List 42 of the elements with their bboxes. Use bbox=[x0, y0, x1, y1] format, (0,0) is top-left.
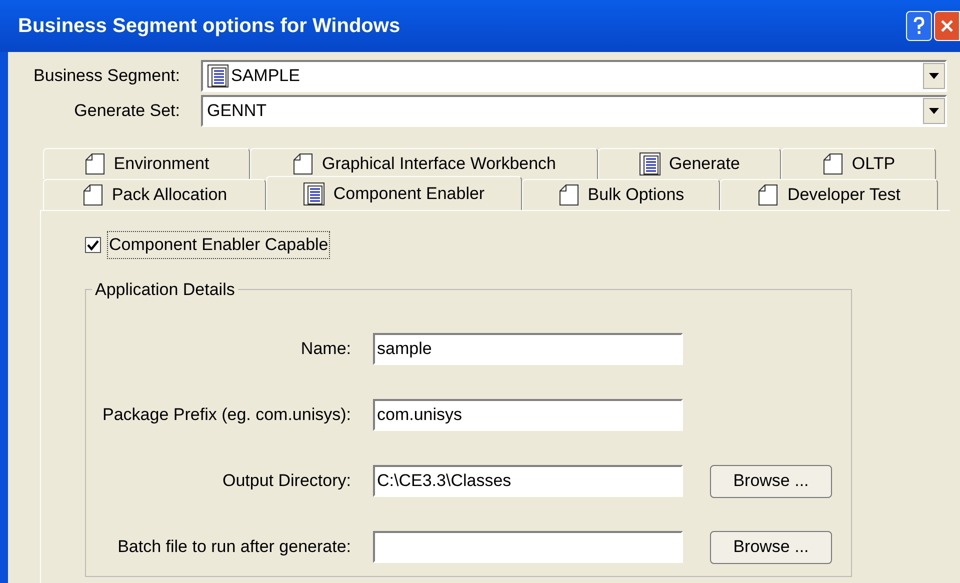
browse-button[interactable]: Browse ... bbox=[710, 464, 832, 498]
field-label: Name: bbox=[300, 338, 351, 360]
tab[interactable]: Developer Test bbox=[720, 179, 938, 210]
field-label: Generate Set: bbox=[73, 100, 181, 122]
tab[interactable]: Bulk Options bbox=[522, 179, 720, 210]
dropdown[interactable]: SAMPLE bbox=[201, 60, 947, 92]
tab[interactable]: Pack Allocation bbox=[43, 179, 266, 210]
blank-page-icon bbox=[84, 152, 106, 176]
blank-page-icon bbox=[292, 152, 314, 176]
browse-button[interactable]: Browse ... bbox=[710, 530, 832, 564]
document-lines-icon bbox=[303, 182, 326, 206]
tab[interactable]: Generate bbox=[598, 148, 781, 179]
field-label: Business Segment: bbox=[32, 64, 181, 87]
document-lines-icon bbox=[207, 64, 229, 88]
document-lines-icon bbox=[639, 152, 662, 176]
text-field[interactable]: com.unisys bbox=[373, 399, 683, 431]
help-button[interactable] bbox=[906, 11, 932, 41]
dropdown-value: GENNT bbox=[207, 100, 266, 122]
checkbox-label[interactable]: Component Enabler Capable bbox=[107, 231, 330, 258]
tab[interactable]: Graphical Interface Workbench bbox=[250, 148, 598, 179]
field-label: Output Directory: bbox=[222, 470, 351, 492]
close-button[interactable] bbox=[934, 11, 960, 41]
text-field[interactable] bbox=[373, 531, 683, 563]
blank-page-icon bbox=[757, 183, 780, 207]
checkbox[interactable] bbox=[85, 236, 101, 253]
window-title: Business Segment options for Windows bbox=[18, 14, 402, 39]
blank-page-icon bbox=[558, 183, 580, 207]
dropdown-value: SAMPLE bbox=[231, 64, 300, 87]
check-icon bbox=[87, 238, 99, 251]
dropdown[interactable]: GENNT bbox=[201, 94, 947, 126]
field-label: Batch file to run after generate: bbox=[116, 536, 351, 558]
group-title: Application Details bbox=[94, 278, 236, 300]
tab[interactable]: OLTP bbox=[781, 148, 936, 179]
help-icon bbox=[913, 17, 925, 35]
blank-page-icon bbox=[822, 152, 844, 176]
close-icon bbox=[940, 19, 954, 33]
blank-page-icon bbox=[82, 183, 104, 207]
tab[interactable]: Environment bbox=[43, 148, 250, 179]
field-label: Package Prefix (eg. com.unisys): bbox=[102, 404, 351, 426]
text-field[interactable]: sample bbox=[373, 333, 683, 365]
text-field[interactable]: C:\CE3.3\Classes bbox=[373, 465, 683, 497]
tab[interactable]: Component Enabler bbox=[266, 176, 522, 210]
